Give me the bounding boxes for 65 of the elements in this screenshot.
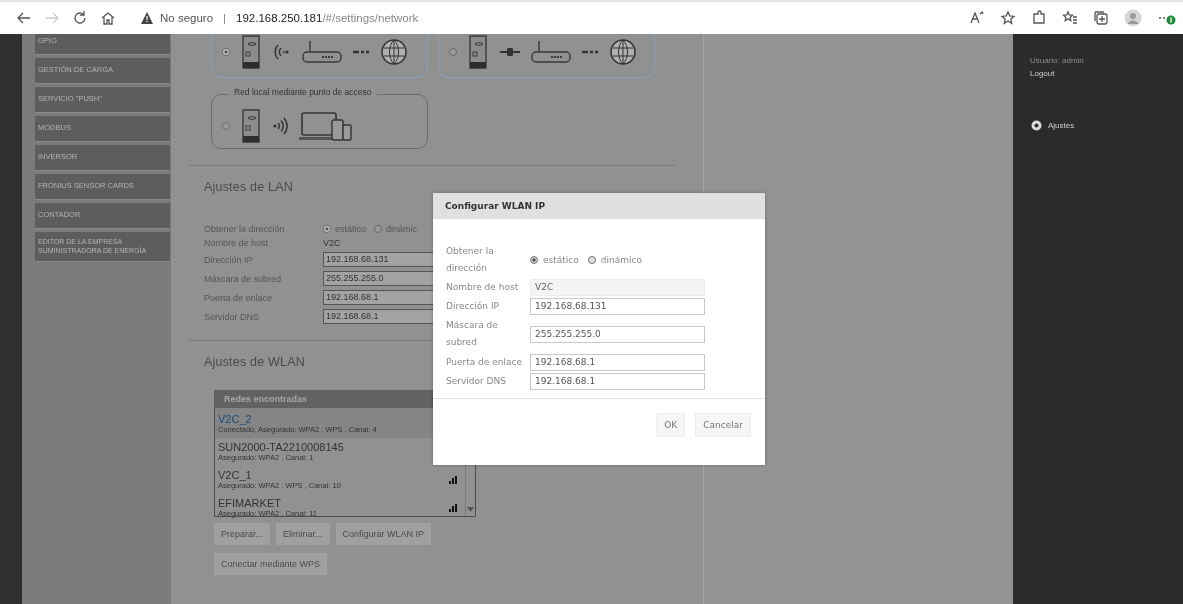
radio-button[interactable] <box>449 48 457 56</box>
connection-icon <box>352 48 370 56</box>
back-icon <box>16 10 32 26</box>
extensions-icon <box>1031 10 1047 26</box>
field-label: Máscara de subred <box>446 319 499 350</box>
collections-icon <box>1093 10 1109 26</box>
radio-button[interactable] <box>222 122 230 130</box>
radio-button[interactable] <box>323 225 331 233</box>
radio-label: estático <box>543 255 579 266</box>
globe-icon <box>380 38 408 66</box>
field-label: Obtener la dirección <box>446 245 495 276</box>
home-icon <box>100 10 116 26</box>
button[interactable]: Conectar mediante WPS <box>214 553 328 575</box>
input-field[interactable]: 192.168.68.1 <box>530 372 705 390</box>
input-field[interactable]: 192.168.68.1 <box>530 353 705 371</box>
button[interactable]: Preparar... <box>214 523 271 545</box>
inverter-icon <box>240 109 262 143</box>
radio-button[interactable] <box>587 256 596 265</box>
button[interactable]: Cancelar <box>695 412 751 437</box>
section-title: Ajustes de LAN <box>204 180 293 194</box>
globe-icon <box>609 38 637 66</box>
dialog-title: Configurar WLAN IP <box>433 193 765 219</box>
router-icon <box>302 40 342 64</box>
reload-icon <box>72 10 88 26</box>
input-field[interactable]: 192.168.68.131 <box>530 298 705 316</box>
forward-icon <box>44 10 60 26</box>
mode-label: Red local mediante punto de acceso <box>229 88 377 97</box>
read-aloud-icon <box>969 10 985 26</box>
router-icon <box>531 40 571 64</box>
input-field: V2C <box>530 279 705 297</box>
network-name: V2C_2 <box>218 413 253 425</box>
field-value: V2C <box>323 238 342 248</box>
network-name: V2C_1 <box>218 469 253 481</box>
radio-button[interactable] <box>374 225 383 233</box>
mode-card[interactable] <box>211 34 428 78</box>
settings-icon <box>1031 120 1042 131</box>
warning-icon <box>140 11 154 25</box>
connection-icon <box>581 48 599 56</box>
security-label: No seguro <box>160 12 214 24</box>
input-field[interactable]: 255.255.255.0 <box>530 325 705 343</box>
radio-label: dinámico <box>600 255 642 266</box>
button[interactable]: OK <box>656 412 686 437</box>
button[interactable]: Eliminar... <box>276 523 330 545</box>
favorites-icon <box>1062 10 1078 26</box>
laptop-and-phone-icon <box>298 110 352 142</box>
button[interactable]: Configurar WLAN IP <box>335 523 432 545</box>
nav-link[interactable]: Ajustes <box>1031 120 1183 131</box>
favorite-icon <box>1000 10 1016 26</box>
cable-plug-icon <box>499 46 521 58</box>
network-name: SUN2000-TA2210008145 <box>218 441 344 453</box>
field-label: Puerta de enlace <box>446 355 523 369</box>
user-name: Usuario: admin <box>1030 56 1085 65</box>
wireless-signal-icon <box>272 117 288 135</box>
radio-button[interactable] <box>530 256 538 265</box>
address-bar[interactable]: 192.168.250.181/#/settings/network <box>236 12 419 24</box>
mode-card[interactable] <box>438 34 655 78</box>
separator: | <box>223 12 227 24</box>
profile-avatar-icon <box>1124 9 1142 27</box>
field-label: Nombre de host <box>446 281 520 295</box>
field-label: Dirección IP <box>446 300 501 314</box>
radio-button[interactable] <box>222 48 230 56</box>
section-title: Ajustes de WLAN <box>204 355 305 369</box>
logout-link[interactable]: Logout <box>1030 69 1183 78</box>
field-label: Servidor DNS <box>446 374 507 388</box>
network-name: EFIMARKET <box>218 497 282 509</box>
